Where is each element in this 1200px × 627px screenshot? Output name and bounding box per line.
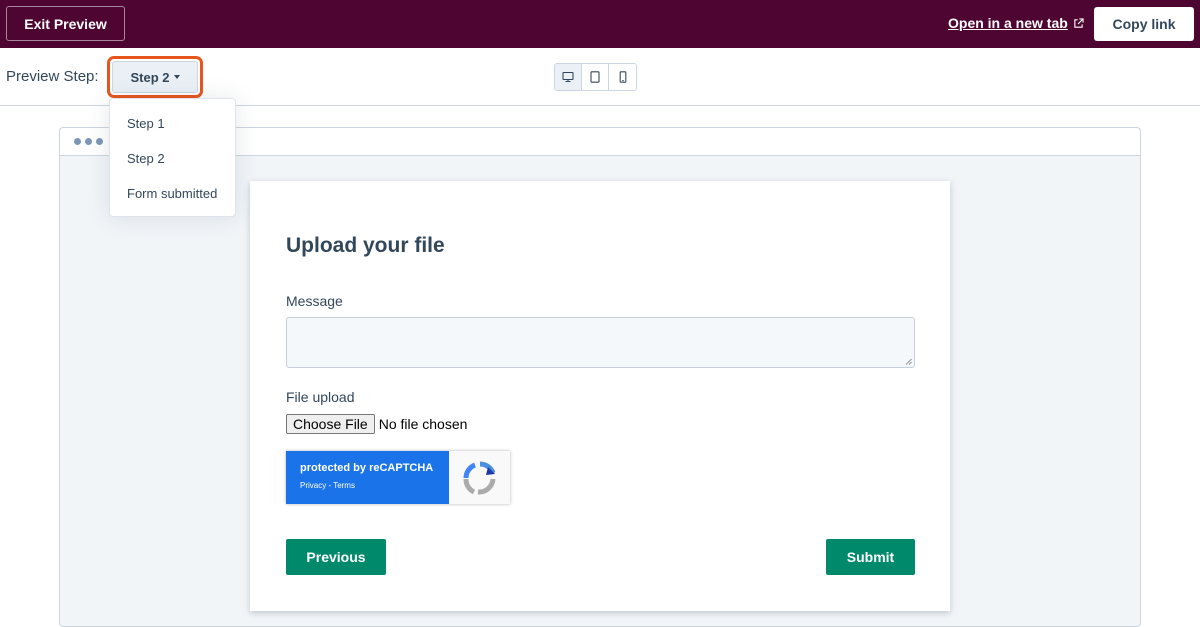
file-upload-label: File upload: [286, 389, 355, 405]
mobile-icon: [619, 71, 626, 83]
dropdown-item-form-submitted[interactable]: Form submitted: [110, 176, 235, 211]
dropdown-item-step-1[interactable]: Step 1: [110, 106, 235, 141]
preview-top-bar: Exit Preview Open in a new tab Copy link: [0, 0, 1200, 48]
device-toggle-group: [554, 63, 637, 91]
external-link-icon: [1074, 17, 1084, 28]
caret-down-icon: [173, 75, 180, 79]
selected-step-label: Step 2: [130, 69, 170, 85]
open-in-new-tab-label: Open in a new tab: [948, 15, 1068, 31]
choose-file-button[interactable]: Choose File: [286, 414, 375, 434]
window-dot: [74, 138, 81, 145]
previous-button[interactable]: Previous: [286, 539, 386, 575]
recaptcha-icon: [463, 461, 495, 495]
file-upload-field: Choose File No file chosen: [286, 414, 467, 434]
window-dot: [96, 138, 103, 145]
recaptcha-text-panel: protected by reCAPTCHA Privacy - Terms: [286, 451, 449, 504]
recaptcha-title: protected by reCAPTCHA: [300, 462, 434, 474]
step-dropdown-menu: Step 1 Step 2 Form submitted: [109, 98, 236, 217]
recaptcha-badge: protected by reCAPTCHA Privacy - Terms: [286, 451, 510, 504]
preview-step-label: Preview Step:: [6, 68, 99, 85]
mobile-view-button[interactable]: [609, 64, 636, 90]
tablet-icon: [590, 71, 600, 83]
desktop-view-button[interactable]: [555, 64, 582, 90]
copy-link-button[interactable]: Copy link: [1094, 7, 1194, 41]
window-dot: [85, 138, 92, 145]
recaptcha-logo-panel: [449, 451, 510, 504]
open-in-new-tab-link[interactable]: Open in a new tab: [948, 15, 1084, 31]
resize-handle-icon[interactable]: [905, 358, 912, 365]
form-title: Upload your file: [286, 234, 445, 257]
message-label: Message: [286, 293, 343, 309]
recaptcha-links[interactable]: Privacy - Terms: [300, 481, 449, 490]
no-file-text: No file chosen: [378, 416, 468, 432]
form-card: Upload your file Message File upload Cho…: [250, 181, 950, 611]
message-textarea[interactable]: [286, 317, 915, 368]
submit-button[interactable]: Submit: [826, 539, 915, 575]
exit-preview-button[interactable]: Exit Preview: [6, 6, 125, 41]
dropdown-item-step-2[interactable]: Step 2: [110, 141, 235, 176]
desktop-icon: [562, 71, 574, 83]
step-select-button[interactable]: Step 2: [112, 61, 198, 93]
tablet-view-button[interactable]: [582, 64, 609, 90]
